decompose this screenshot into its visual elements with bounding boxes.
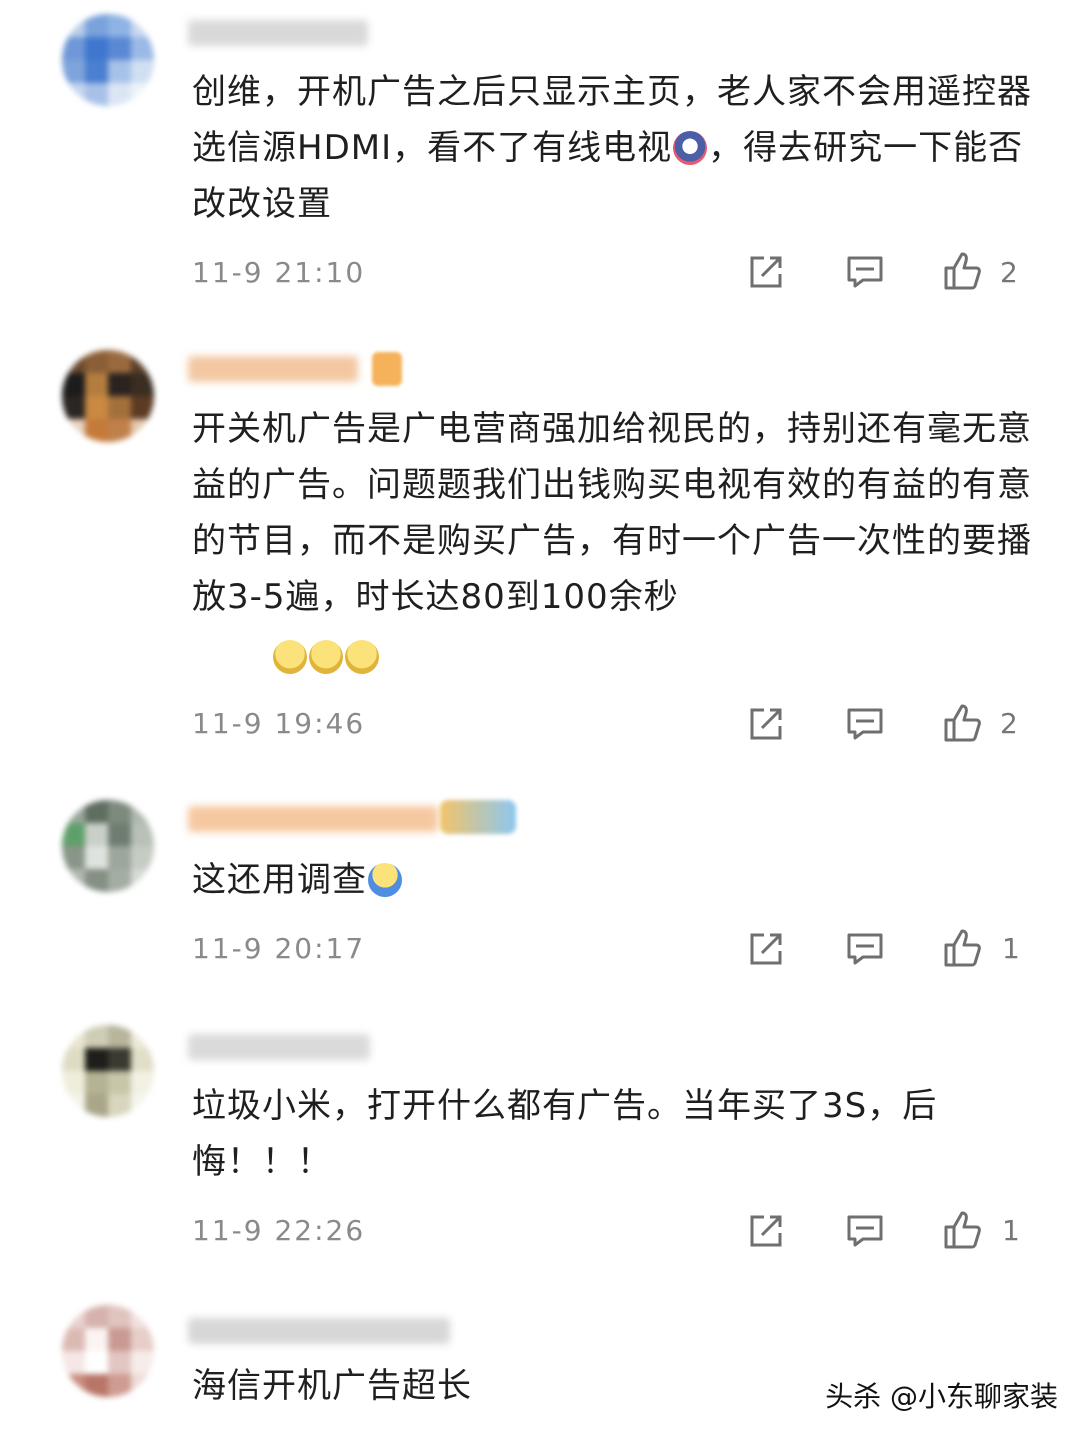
reply-button[interactable]	[843, 250, 887, 294]
reply-icon	[847, 1215, 883, 1247]
crying-emoji-icon	[273, 640, 307, 674]
avatar[interactable]	[62, 800, 154, 892]
comment-timestamp: 11-9 20:17	[192, 932, 366, 965]
badge-icon	[440, 800, 516, 834]
username-blurred[interactable]	[188, 356, 358, 382]
reply-icon	[847, 256, 883, 288]
like-count: 2	[1000, 256, 1018, 289]
comment-text: 垃圾小米，打开什么都有广告。当年买了3S，后悔！！！	[192, 1086, 938, 1182]
username-blurred[interactable]	[188, 806, 438, 832]
comment-text: 这还用调查	[192, 852, 1032, 908]
emoji-icon	[673, 131, 708, 165]
username-blurred[interactable]	[188, 1034, 370, 1060]
avatar[interactable]	[62, 350, 154, 442]
avatar[interactable]	[62, 1025, 154, 1117]
avatar[interactable]	[62, 1305, 154, 1397]
like-button[interactable]	[940, 1209, 984, 1253]
share-button[interactable]	[744, 702, 788, 746]
thumbs-up-icon	[944, 929, 981, 967]
share-button[interactable]	[744, 927, 788, 971]
comment-text: 开关机广告是广电营商强加给视民的，持别还有毫无意益的广告。问题题我们出钱购买电视…	[192, 409, 1032, 617]
like-count: 1	[1002, 1214, 1020, 1247]
watermark: 头杀 @小东聊家装	[825, 1380, 1058, 1413]
reply-icon	[847, 933, 883, 965]
reply-button[interactable]	[843, 927, 887, 971]
comment-timestamp: 11-9 19:46	[192, 707, 366, 740]
emoji-row	[272, 640, 380, 674]
thumbs-up-icon	[944, 704, 981, 742]
like-button[interactable]	[940, 927, 984, 971]
username-blurred[interactable]	[188, 1318, 450, 1344]
crying-emoji-icon	[309, 640, 343, 674]
comment-text: 创维，开机广告之后只显示主页，老人家不会用遥控器选信源HDMI，看不了有线电视，…	[192, 72, 1032, 224]
thumbs-up-icon	[944, 252, 981, 290]
like-count: 1	[1002, 932, 1020, 965]
share-button[interactable]	[744, 1209, 788, 1253]
comment-timestamp: 11-9 21:10	[192, 256, 366, 289]
reply-button[interactable]	[843, 1209, 887, 1253]
share-icon	[750, 1215, 782, 1247]
share-icon	[750, 708, 782, 740]
comment-timestamp: 11-9 22:26	[192, 1214, 366, 1247]
badge-icon	[372, 352, 402, 386]
emoji-icon	[368, 863, 402, 897]
like-button[interactable]	[940, 702, 984, 746]
thumbs-up-icon	[944, 1211, 981, 1249]
share-icon	[750, 933, 782, 965]
share-icon	[750, 256, 782, 288]
avatar[interactable]	[62, 14, 154, 106]
crying-emoji-icon	[345, 640, 379, 674]
username-blurred[interactable]	[188, 20, 368, 46]
like-count: 2	[1000, 707, 1018, 740]
like-button[interactable]	[940, 250, 984, 294]
reply-icon	[847, 708, 883, 740]
reply-button[interactable]	[843, 702, 887, 746]
share-button[interactable]	[744, 250, 788, 294]
